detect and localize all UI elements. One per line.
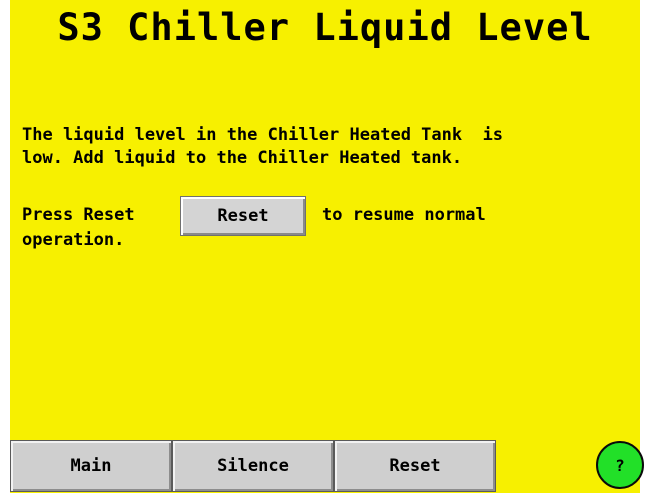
alarm-message: The liquid level in the Chiller Heated T… — [22, 124, 634, 170]
alarm-message-line-1: The liquid level in the Chiller Heated T… — [22, 125, 504, 145]
resume-text: to resume normal — [322, 205, 486, 225]
reset-button[interactable]: Reset — [334, 440, 496, 492]
help-icon[interactable]: ? — [596, 441, 644, 489]
press-reset-text: Press Reset — [22, 205, 135, 225]
bottom-nav-bar: Main Silence Reset — [10, 440, 640, 493]
inline-reset-button[interactable]: Reset — [180, 196, 306, 236]
alarm-panel: S3 Chiller Liquid Level The liquid level… — [10, 0, 640, 493]
silence-button[interactable]: Silence — [172, 440, 334, 492]
main-button[interactable]: Main — [10, 440, 172, 492]
operation-text: operation. — [22, 230, 125, 250]
alarm-message-line-2: low. Add liquid to the Chiller Heated ta… — [22, 148, 463, 168]
page-title: S3 Chiller Liquid Level — [57, 6, 593, 49]
